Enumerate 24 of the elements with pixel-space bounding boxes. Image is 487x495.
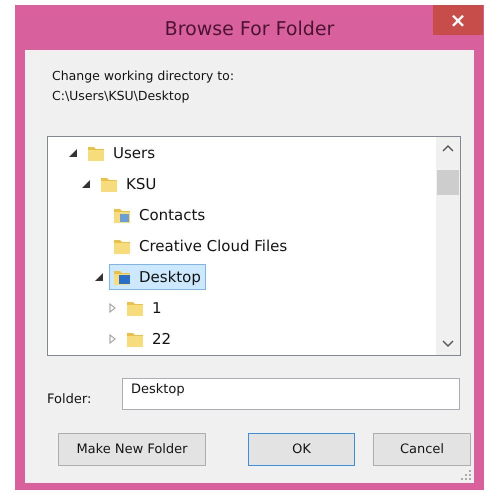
scroll-up-icon[interactable] [442, 144, 454, 152]
tree-item[interactable]: KSU [96, 170, 162, 196]
folder-label: Folder: [47, 392, 92, 406]
tree-item[interactable]: Desktop [109, 264, 206, 290]
dialog-button[interactable]: Cancel [373, 433, 471, 466]
dialog-button[interactable]: OK [248, 433, 355, 466]
dialog-button[interactable]: Make New Folder [58, 433, 206, 466]
tree-item[interactable]: 22 [122, 326, 176, 352]
resize-grip-icon[interactable] [461, 470, 471, 480]
scroll-down-icon[interactable] [442, 340, 454, 348]
description-text: Change working directory to: [52, 67, 236, 85]
tree-item[interactable]: Contacts [109, 202, 210, 228]
expanded-triangle-icon[interactable] [81, 178, 93, 188]
description-text: C:\Users\KSU\Desktop [52, 87, 190, 105]
expanded-triangle-icon[interactable] [68, 148, 80, 158]
tree-item[interactable]: Creative Cloud Files [109, 232, 292, 258]
window-title: Browse For Folder [164, 18, 336, 40]
expanded-triangle-icon[interactable] [94, 272, 106, 282]
scrollbar[interactable] [436, 137, 460, 355]
tree-item[interactable]: Users [83, 140, 160, 166]
folder-input[interactable]: Desktop [122, 378, 460, 410]
tree-item[interactable]: 1 [122, 294, 167, 320]
scrollbar-thumb[interactable] [437, 170, 459, 195]
close-button[interactable]: × [433, 5, 483, 35]
